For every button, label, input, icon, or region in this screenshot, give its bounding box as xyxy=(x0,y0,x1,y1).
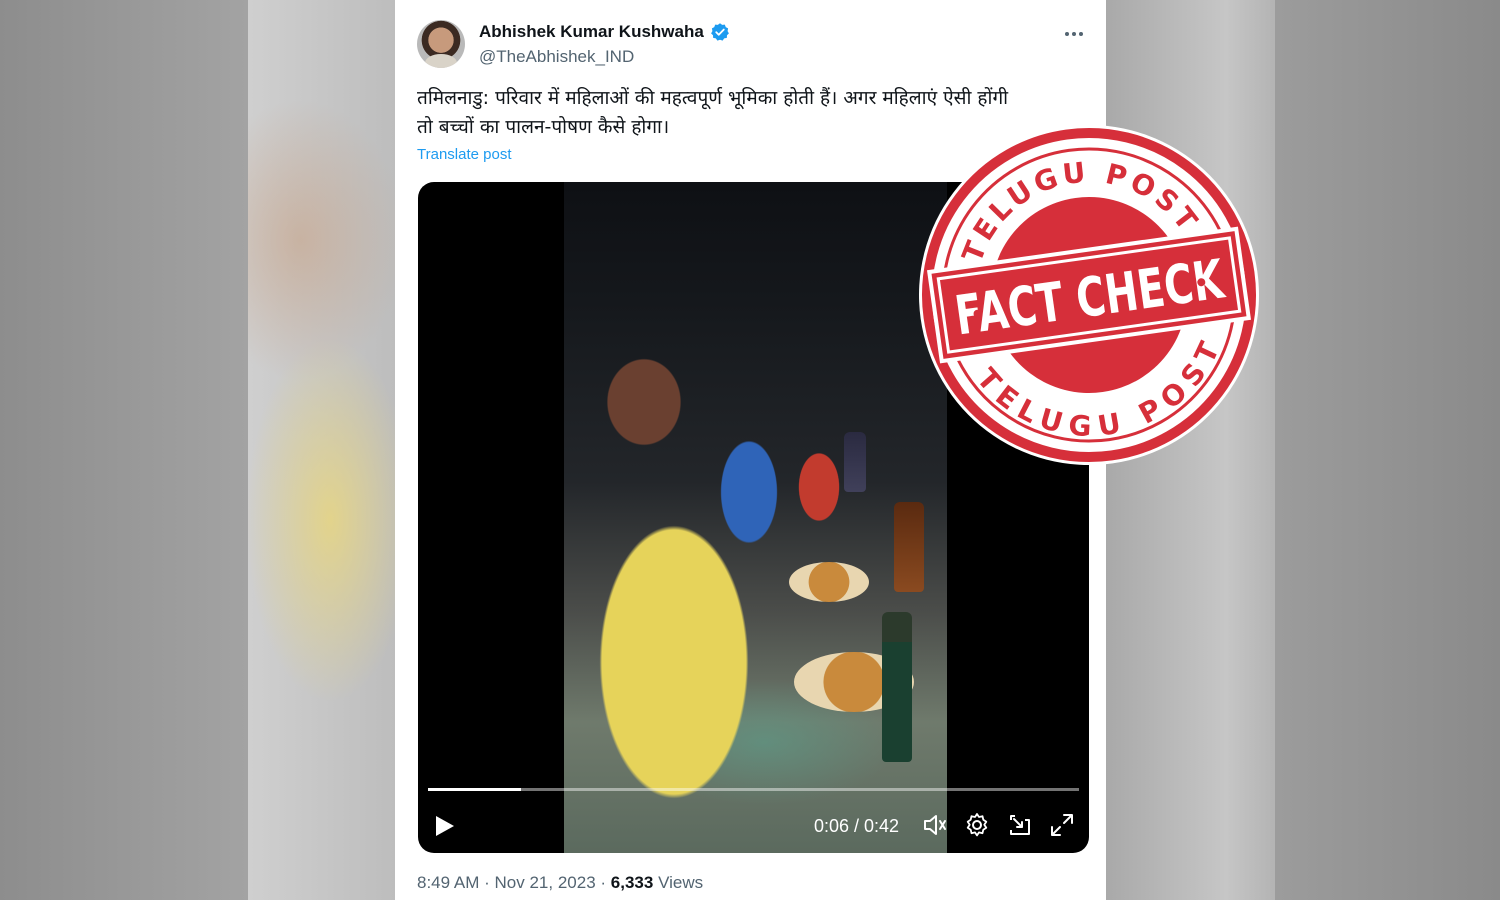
video-frame xyxy=(564,182,947,853)
views-count: 6,333 xyxy=(610,873,654,892)
translate-post-link[interactable]: Translate post xyxy=(417,146,512,163)
food-plate xyxy=(789,562,869,602)
more-options-icon[interactable] xyxy=(1061,24,1087,44)
play-icon[interactable] xyxy=(434,814,456,838)
background-left-edge xyxy=(0,0,248,900)
author-row: Abhishek Kumar Kushwaha xyxy=(479,22,730,42)
settings-icon[interactable] xyxy=(964,812,990,838)
views-label: Views xyxy=(658,873,704,892)
tweet-text-line-1: तमिलनाडु: परिवार में महिलाओं की महत्वपूर… xyxy=(417,87,1009,109)
verified-badge-icon xyxy=(710,23,729,41)
background-right-edge xyxy=(1275,0,1500,900)
author-name[interactable]: Abhishek Kumar Kushwaha xyxy=(479,22,704,42)
beer-bottle xyxy=(882,612,912,762)
fullscreen-icon[interactable] xyxy=(1049,812,1075,838)
video-progress-fill xyxy=(428,788,522,791)
video-progress-bar[interactable] xyxy=(428,788,1079,791)
author-handle[interactable]: @TheAbhishek_IND xyxy=(479,47,634,67)
tweet-header: Abhishek Kumar Kushwaha @TheAbhishek_IND xyxy=(417,18,1087,70)
pip-icon[interactable] xyxy=(1007,812,1033,838)
soda-bottle xyxy=(844,432,866,492)
fact-check-stamp-graphic: FACT CHECK TELUGU POST TELUGU POST xyxy=(919,125,1259,465)
meta-separator: · xyxy=(600,873,607,892)
volume-icon[interactable] xyxy=(922,812,948,838)
video-time: 0:06 / 0:42 xyxy=(814,816,900,836)
avatar[interactable] xyxy=(417,20,465,68)
fact-check-stamp: FACT CHECK TELUGU POST TELUGU POST xyxy=(914,120,1264,470)
meta-separator: · xyxy=(484,873,490,892)
tweet-time[interactable]: 8:49 AM xyxy=(417,873,479,892)
liquor-bottle xyxy=(894,502,924,592)
tweet-date[interactable]: Nov 21, 2023 xyxy=(495,873,596,892)
tweet-meta: 8:49 AM · Nov 21, 2023 · 6,333 Views xyxy=(417,873,703,893)
